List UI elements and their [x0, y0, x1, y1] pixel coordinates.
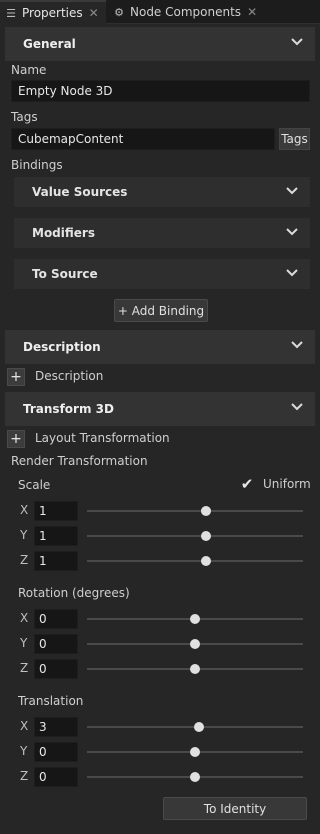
- translation-label: Translation: [18, 694, 84, 708]
- general-header-label: General: [23, 37, 76, 51]
- scale-x-axis-label: X: [20, 503, 29, 517]
- uniform-checkbox[interactable]: ✔: [239, 476, 255, 492]
- scale-x-slider-thumb[interactable]: [200, 506, 211, 516]
- value-sources-header[interactable]: Value Sources: [14, 177, 310, 207]
- scale-z-field[interactable]: 1: [34, 551, 78, 571]
- rotation-y-axis-label: Y: [20, 636, 28, 650]
- uniform-label: Uniform: [263, 477, 311, 491]
- rotation-x-slider[interactable]: [87, 614, 303, 624]
- tags-label: Tags: [11, 110, 38, 124]
- tab-properties-label: Properties: [22, 6, 83, 20]
- rotation-z-axis-label: Z: [20, 661, 29, 675]
- rotation-y-slider[interactable]: [87, 639, 303, 649]
- tab-node-components-label: Node Components: [130, 5, 242, 19]
- plus-icon: +: [10, 431, 22, 447]
- chevron-down-icon[interactable]: [286, 187, 298, 195]
- rotation-x-field[interactable]: 0: [34, 609, 78, 629]
- chevron-down-icon[interactable]: [291, 341, 303, 349]
- plus-icon: +: [10, 369, 22, 385]
- general-section-header[interactable]: General: [5, 27, 315, 61]
- rotation-x-slider-thumb[interactable]: [190, 614, 200, 624]
- layout-transformation-label: Layout Transformation: [35, 431, 170, 445]
- scale-z-axis-label: Z: [20, 553, 29, 567]
- translation-x-axis-label: X: [20, 719, 29, 733]
- rotation-x-axis-label: X: [20, 611, 29, 625]
- translation-z-slider-thumb[interactable]: [190, 772, 200, 782]
- translation-x-field[interactable]: 3: [34, 717, 78, 737]
- scale-z-slider-thumb[interactable]: [200, 556, 211, 566]
- translation-x-slider-thumb[interactable]: [194, 722, 205, 732]
- scale-x-slider[interactable]: [87, 506, 303, 516]
- rotation-y-slider-thumb[interactable]: [190, 639, 200, 649]
- chevron-down-icon[interactable]: [291, 403, 303, 411]
- translation-x-slider[interactable]: [87, 722, 303, 732]
- transform-section-header[interactable]: Transform 3D: [5, 392, 315, 426]
- scale-y-axis-label: Y: [20, 528, 28, 542]
- tab-properties[interactable]: ☰ Properties ✕: [0, 0, 106, 24]
- close-icon[interactable]: ✕: [89, 6, 99, 20]
- translation-z-slider[interactable]: [87, 772, 303, 782]
- name-label: Name: [11, 63, 47, 77]
- scale-y-field[interactable]: 1: [34, 526, 78, 546]
- rotation-z-field[interactable]: 0: [34, 659, 78, 679]
- translation-y-slider[interactable]: [87, 747, 303, 757]
- scale-y-slider-thumb[interactable]: [200, 531, 211, 541]
- components-icon: ⚙: [114, 5, 124, 19]
- tab-bar: ☰ Properties ✕ ⚙ Node Components ✕: [0, 0, 320, 24]
- checkmark-icon: ✔: [240, 475, 254, 493]
- list-icon: ☰: [6, 6, 16, 20]
- add-description-button[interactable]: +: [7, 368, 25, 386]
- add-binding-button[interactable]: + Add Binding: [114, 299, 208, 322]
- to-identity-button[interactable]: To Identity: [163, 797, 307, 820]
- scale-y-slider[interactable]: [87, 531, 303, 541]
- bindings-label: Bindings: [11, 158, 63, 172]
- translation-y-field[interactable]: 0: [34, 742, 78, 762]
- rotation-y-field[interactable]: 0: [34, 634, 78, 654]
- tab-node-components[interactable]: ⚙ Node Components ✕: [108, 0, 260, 24]
- translation-z-axis-label: Z: [20, 769, 29, 783]
- to-source-header[interactable]: To Source: [14, 259, 310, 289]
- translation-y-slider-thumb[interactable]: [190, 747, 200, 757]
- description-header-label: Description: [23, 340, 101, 354]
- transform-header-label: Transform 3D: [23, 402, 114, 416]
- rotation-label: Rotation (degrees): [18, 586, 130, 600]
- modifiers-label: Modifiers: [32, 226, 95, 240]
- to-source-label: To Source: [32, 267, 98, 281]
- translation-y-axis-label: Y: [20, 744, 28, 758]
- scale-label: Scale: [18, 478, 51, 492]
- add-layout-transformation-button[interactable]: +: [7, 430, 25, 448]
- translation-z-field[interactable]: 0: [34, 767, 78, 787]
- render-transformation-label: Render Transformation: [11, 454, 148, 468]
- value-sources-label: Value Sources: [32, 185, 128, 199]
- chevron-down-icon[interactable]: [291, 38, 303, 46]
- tags-button[interactable]: Tags: [279, 128, 310, 150]
- description-add-label: Description: [35, 369, 104, 383]
- scale-x-field[interactable]: 1: [34, 501, 78, 521]
- name-field[interactable]: Empty Node 3D: [11, 80, 310, 102]
- scale-z-slider[interactable]: [87, 556, 303, 566]
- tags-field[interactable]: CubemapContent: [11, 128, 275, 150]
- rotation-z-slider[interactable]: [87, 664, 303, 674]
- close-icon[interactable]: ✕: [247, 5, 257, 19]
- rotation-z-slider-thumb[interactable]: [190, 664, 200, 674]
- modifiers-header[interactable]: Modifiers: [14, 218, 310, 248]
- chevron-down-icon[interactable]: [286, 228, 298, 236]
- description-section-header[interactable]: Description: [5, 330, 315, 364]
- chevron-down-icon[interactable]: [286, 269, 298, 277]
